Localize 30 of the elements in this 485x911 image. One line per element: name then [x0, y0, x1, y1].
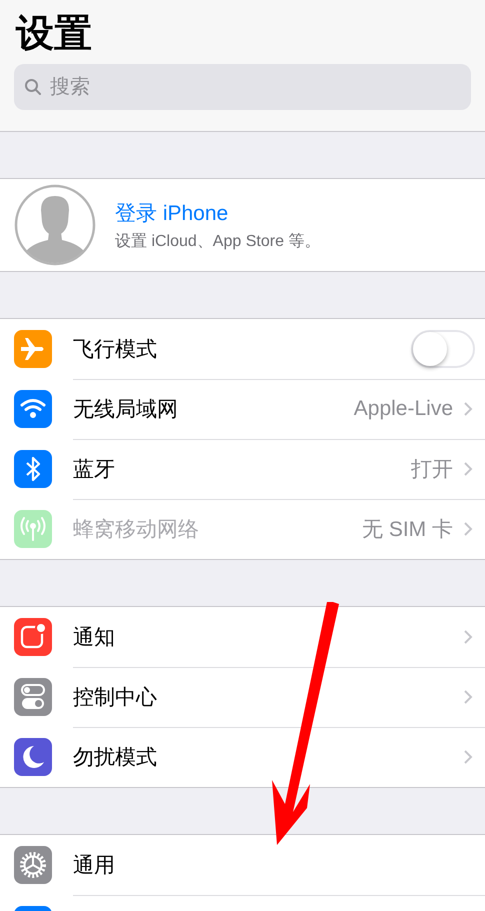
- notification-icon: [14, 618, 52, 656]
- setting-label: 无线局域网: [73, 396, 179, 422]
- setting-value: 无 SIM 卡: [362, 517, 453, 543]
- setting-value: 打开: [411, 456, 453, 482]
- setting-label: 控制中心: [73, 684, 158, 710]
- search-field[interactable]: 搜索: [14, 64, 471, 110]
- antenna-icon: [14, 510, 52, 548]
- search-icon: [24, 78, 42, 96]
- setting-label: 蓝牙: [73, 456, 116, 482]
- sign-in-title: 登录 iPhone: [115, 200, 230, 226]
- airplane-icon: [14, 330, 52, 368]
- settings-row[interactable]: 无线局域网 Apple-Live: [0, 379, 485, 439]
- settings-row[interactable]: 飞行模式: [0, 319, 485, 379]
- setting-label: 通用: [73, 852, 116, 878]
- avatar-icon: [14, 184, 96, 266]
- setting-label: 飞行模式: [73, 336, 158, 362]
- account-row[interactable]: 登录 iPhone 设置 iCloud、App Store 等。: [0, 178, 485, 272]
- gear-icon: [14, 846, 52, 884]
- setting-label: 蜂窝移动网络: [73, 517, 200, 543]
- setting-label: 勿扰模式: [73, 745, 158, 771]
- setting-value: Apple-Live: [354, 396, 453, 420]
- setting-label: 通知: [73, 624, 116, 650]
- bluetooth-icon: [14, 450, 52, 488]
- settings-row[interactable]: 蓝牙 打开: [0, 439, 485, 499]
- wifi-icon: [14, 390, 52, 428]
- sign-in-subtitle: 设置 iCloud、App Store 等。: [115, 232, 320, 252]
- toggle-switch[interactable]: [411, 330, 475, 368]
- switches-icon: [14, 678, 52, 716]
- page-title: 设置: [14, 12, 93, 57]
- moon-icon: [14, 738, 52, 776]
